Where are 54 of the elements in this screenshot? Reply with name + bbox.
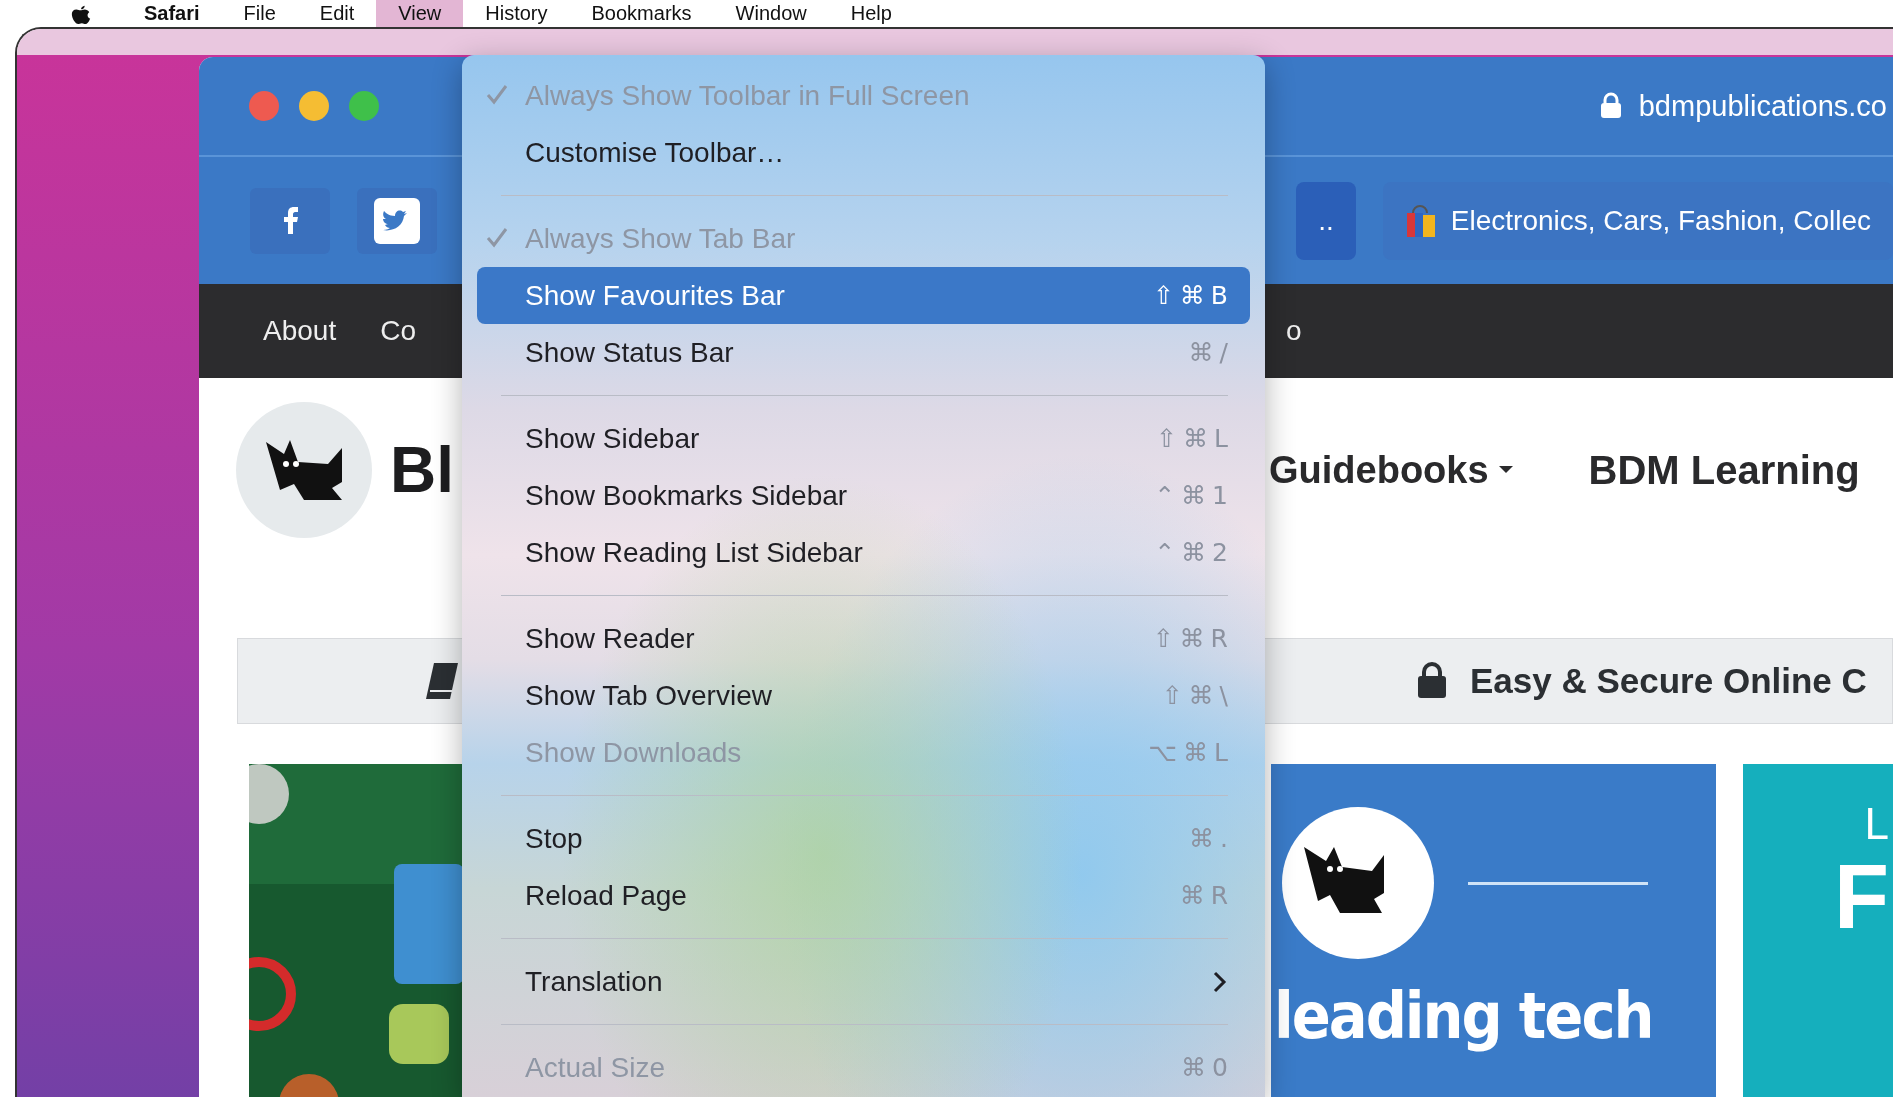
menu-item[interactable]: Reload Page ⌘R [477,867,1250,924]
shortcut-label: ⌥⌘L [1148,738,1234,767]
menu-bar-item[interactable]: Help [828,0,914,27]
shortcut-label: ⇧⌘B [1152,281,1234,310]
shortcut-label: ⌃⌘1 [1154,481,1234,510]
menu-item[interactable]: Show Sidebar ⇧⌘L [477,410,1250,467]
notice-text: Easy & Secure Online C [1470,661,1867,701]
nav-link[interactable]: About [263,315,337,347]
nav-link[interactable]: o [1285,315,1302,347]
menu-bar-item[interactable]: View [376,0,464,27]
card-heading: F [1834,852,1889,942]
menu-item[interactable]: Customise Toolbar… [477,124,1250,181]
chevron-right-icon [1212,970,1228,993]
shortcut-label: ⇧⌘L [1156,424,1234,453]
minimize-button[interactable] [299,91,329,121]
shortcut-label: ⇧⌘R [1152,624,1234,653]
site-menu-item[interactable]: Guidebooks [1269,448,1513,492]
menu-bar-item[interactable]: Safari [122,0,222,27]
twitter-button[interactable] [357,187,437,254]
shortcut-label: ⇧⌘\ [1161,681,1234,710]
shortcut-label: ⌘/ [1188,338,1234,367]
facebook-button[interactable] [250,187,330,254]
menu-bar-item[interactable]: File [221,0,298,27]
menu-bar-item[interactable]: Edit [297,0,377,27]
nav-link[interactable]: Co [380,315,416,347]
browser-tab[interactable]: .. [1296,181,1356,260]
card-heading: L [1864,802,1889,846]
menu-item[interactable]: Stop ⌘. [477,810,1250,867]
bird-icon [373,196,421,245]
shortcut-label: ⌘. [1189,824,1234,853]
menu-item[interactable]: Show Reading List Sidebar ⌃⌘2 [477,524,1250,581]
browser-tab[interactable]: Electronics, Cars, Fashion, Collec [1382,181,1893,260]
address-field[interactable]: bdmpublications.co [1638,89,1887,123]
menu-item[interactable]: Show Status Bar ⌘/ [477,324,1250,381]
dog-logo-icon[interactable] [236,402,372,538]
shopping-bag-icon [1404,202,1437,239]
menu-item[interactable]: Show Reader ⇧⌘R [477,610,1250,667]
menu-bar-item[interactable]: Window [713,0,829,27]
book-icon [424,661,460,701]
lock-icon [1598,92,1623,120]
menu-bar-item[interactable]: Bookmarks [569,0,714,27]
card-headline: leading tech [1274,979,1653,1053]
lock-icon [1416,662,1448,700]
menu-item[interactable]: Translation [477,953,1250,1010]
dog-logo-icon [1282,807,1434,959]
menu-item[interactable]: Show Favourites Bar ⇧⌘B [477,267,1250,324]
site-menu-item[interactable]: BDM Learning [1588,447,1860,493]
shortcut-label: ⌃⌘2 [1154,538,1234,567]
menu-item[interactable]: Show Bookmarks Sidebar ⌃⌘1 [477,467,1250,524]
site-title[interactable]: Bl [390,433,454,507]
shortcut-label: ⌘R [1179,881,1234,910]
menu-bar-item[interactable]: History [463,0,570,27]
shortcut-label: ⌘0 [1181,1053,1234,1082]
menu-item[interactable]: Show Tab Overview ⇧⌘\ [477,667,1250,724]
